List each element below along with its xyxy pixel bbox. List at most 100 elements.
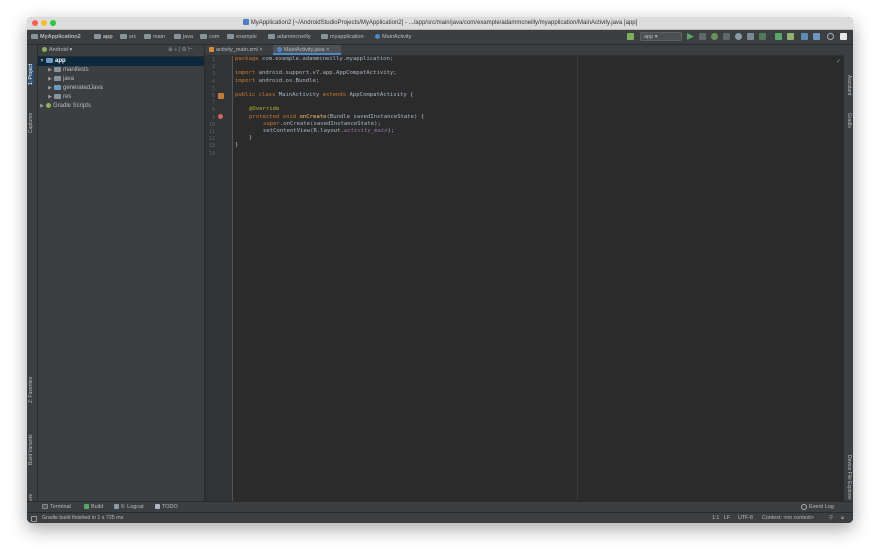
breadcrumb-adammcneilly[interactable]: adammcneilly — [268, 32, 311, 42]
debug-icon[interactable] — [699, 33, 706, 40]
line-number: 1 — [211, 57, 215, 63]
status-bar: Gradle build finished in 1 s 725 ms 1:1 … — [27, 512, 853, 523]
breadcrumb-example[interactable]: example — [227, 32, 257, 42]
git-icon[interactable]: ⚲ — [829, 514, 833, 523]
window-title: MyApplication2 [~/AndroidStudioProjects/… — [27, 18, 853, 28]
breadcrumb-com[interactable]: com — [200, 32, 219, 42]
tab-logcat[interactable]: 6: Logcat — [114, 503, 144, 512]
breadcrumb-myapplication[interactable]: myapplication — [321, 32, 364, 42]
profile-icon[interactable] — [735, 33, 742, 40]
panel-actions[interactable]: ⊕ ÷ | ⚙ ⊢ — [168, 45, 193, 56]
collapse-arrow-icon: ▶ — [48, 76, 52, 82]
code-line-12: } — [249, 135, 253, 142]
line-number: 4 — [211, 78, 215, 85]
attach-debugger-icon[interactable] — [747, 33, 754, 40]
presentation-icon[interactable] — [840, 33, 847, 40]
line-number: 9 — [211, 114, 215, 121]
editor-tab-activity-main-xml[interactable]: activity_main.xml × — [205, 45, 272, 55]
no-problems-check-icon: ✓ — [835, 59, 841, 65]
module-icon — [46, 57, 53, 63]
run-configuration-select[interactable]: app ▾ — [640, 32, 682, 41]
stop-icon[interactable] — [759, 33, 766, 40]
breadcrumb-mainactivity[interactable]: MainActivity — [375, 32, 411, 42]
folder-icon — [54, 84, 61, 90]
line-number: 7 — [211, 100, 215, 107]
ide-window: MyApplication2 [~/AndroidStudioProjects/… — [27, 17, 853, 523]
editor-tab-mainactivity-java[interactable]: MainActivity.java × — [273, 45, 341, 55]
line-separator[interactable]: LF — [724, 514, 730, 523]
editor-tabs: activity_main.xml × MainActivity.java × — [205, 45, 844, 56]
xml-layout-icon — [209, 47, 214, 53]
toggle-tool-windows-icon[interactable] — [31, 516, 37, 522]
todo-icon — [155, 504, 160, 510]
folder-icon — [54, 75, 61, 81]
sync-gradle-icon[interactable] — [775, 33, 782, 40]
sdk-manager-icon[interactable] — [801, 33, 808, 40]
line-number: 11 — [208, 129, 215, 135]
line-number: 10 — [208, 121, 215, 128]
project-panel: Android ▾ ⊕ ÷ | ⚙ ⊢ ▼ app ▶ manifests ▶ jav… — [38, 45, 204, 501]
folder-icon — [268, 34, 275, 40]
status-message[interactable]: Gradle build finished in 1 s 725 ms — [42, 514, 123, 523]
code-line-3: import android.support.v7.app.AppCompatA… — [235, 70, 397, 77]
folder-icon — [200, 34, 207, 40]
breadcrumb-app[interactable]: app — [94, 32, 113, 42]
title-bar: MyApplication2 [~/AndroidStudioProjects/… — [27, 17, 853, 30]
left-tool-strip: 1: Project Captures 2: Favorites Build V… — [27, 45, 38, 523]
tab-favorites[interactable]: 2: Favorites — [28, 377, 34, 403]
project-panel-header: Android ▾ ⊕ ÷ | ⚙ ⊢ — [38, 45, 204, 57]
breadcrumb-project[interactable]: MyApplication2 — [31, 32, 81, 42]
code-line-6: public class MainActivity extends AppCom… — [235, 92, 414, 98]
context-indicator[interactable]: Context: <no context> — [762, 514, 814, 523]
code-line-13: } — [235, 142, 239, 149]
line-number: 5 — [211, 85, 215, 92]
line-number: 8 — [211, 107, 215, 114]
tree-item-gradle-scripts[interactable]: ▶ Gradle Scripts — [38, 102, 204, 111]
folder-icon — [54, 93, 61, 99]
apply-changes-icon[interactable] — [711, 33, 718, 40]
caret-position[interactable]: 1:1 — [712, 514, 719, 523]
tree-item-generated-java[interactable]: ▶ generatedJava — [38, 84, 204, 93]
tab-captures[interactable]: Captures — [28, 113, 34, 133]
code-editor[interactable]: package com.example.adammcneilly.myappli… — [235, 56, 835, 501]
tree-item-app[interactable]: ▼ app — [38, 57, 204, 66]
event-log-button[interactable]: Event Log — [801, 503, 834, 512]
line-number: 14 — [208, 150, 215, 157]
search-icon[interactable] — [827, 33, 834, 40]
tree-item-java[interactable]: ▶ java — [38, 75, 204, 84]
tab-build[interactable]: Build — [84, 503, 103, 512]
breadcrumb-src[interactable]: src — [120, 32, 136, 42]
tab-device-file-explorer[interactable]: Device File Explorer — [846, 455, 852, 500]
run-icon[interactable] — [687, 33, 694, 40]
editor-area: activity_main.xml × MainActivity.java × … — [204, 45, 844, 501]
breadcrumb-java[interactable]: java — [174, 32, 193, 42]
tab-terminal[interactable]: Terminal — [42, 503, 71, 512]
tree-item-manifests[interactable]: ▶ manifests — [38, 66, 204, 75]
code-line-10: super.onCreate(savedInstanceState); — [263, 120, 381, 127]
collapse-arrow-icon: ▶ — [40, 103, 44, 109]
folder-icon — [174, 34, 181, 40]
tab-build-variants[interactable]: Build Variants — [28, 435, 34, 465]
project-structure-icon[interactable] — [813, 33, 820, 40]
tab-project[interactable]: 1: Project — [28, 63, 34, 85]
code-line-11: setContentView(R.layout.activity_main); — [263, 128, 395, 134]
folder-icon — [321, 34, 328, 40]
android-activity-gutter-icon[interactable] — [218, 93, 224, 99]
line-number: 6 — [211, 93, 215, 99]
run-coverage-icon[interactable] — [723, 33, 730, 40]
folder-icon — [31, 34, 38, 40]
override-method-gutter-icon[interactable] — [218, 114, 223, 119]
tab-gradle[interactable]: Gradle — [846, 113, 852, 128]
class-icon — [277, 47, 282, 53]
tab-assistant[interactable]: Assistant — [846, 75, 852, 95]
file-encoding[interactable]: UTF-8 — [738, 514, 753, 523]
tab-todo[interactable]: TODO — [155, 503, 178, 512]
terminal-icon — [42, 504, 48, 510]
avd-manager-icon[interactable] — [787, 33, 794, 40]
breadcrumb-main[interactable]: main — [144, 32, 165, 42]
make-project-icon[interactable] — [627, 33, 634, 40]
collapse-arrow-icon: ▶ — [48, 94, 52, 100]
project-view-selector[interactable]: Android ▾ — [42, 45, 72, 56]
lock-icon[interactable]: 🔒︎ — [841, 514, 844, 523]
tree-item-res[interactable]: ▶ res — [38, 93, 204, 102]
